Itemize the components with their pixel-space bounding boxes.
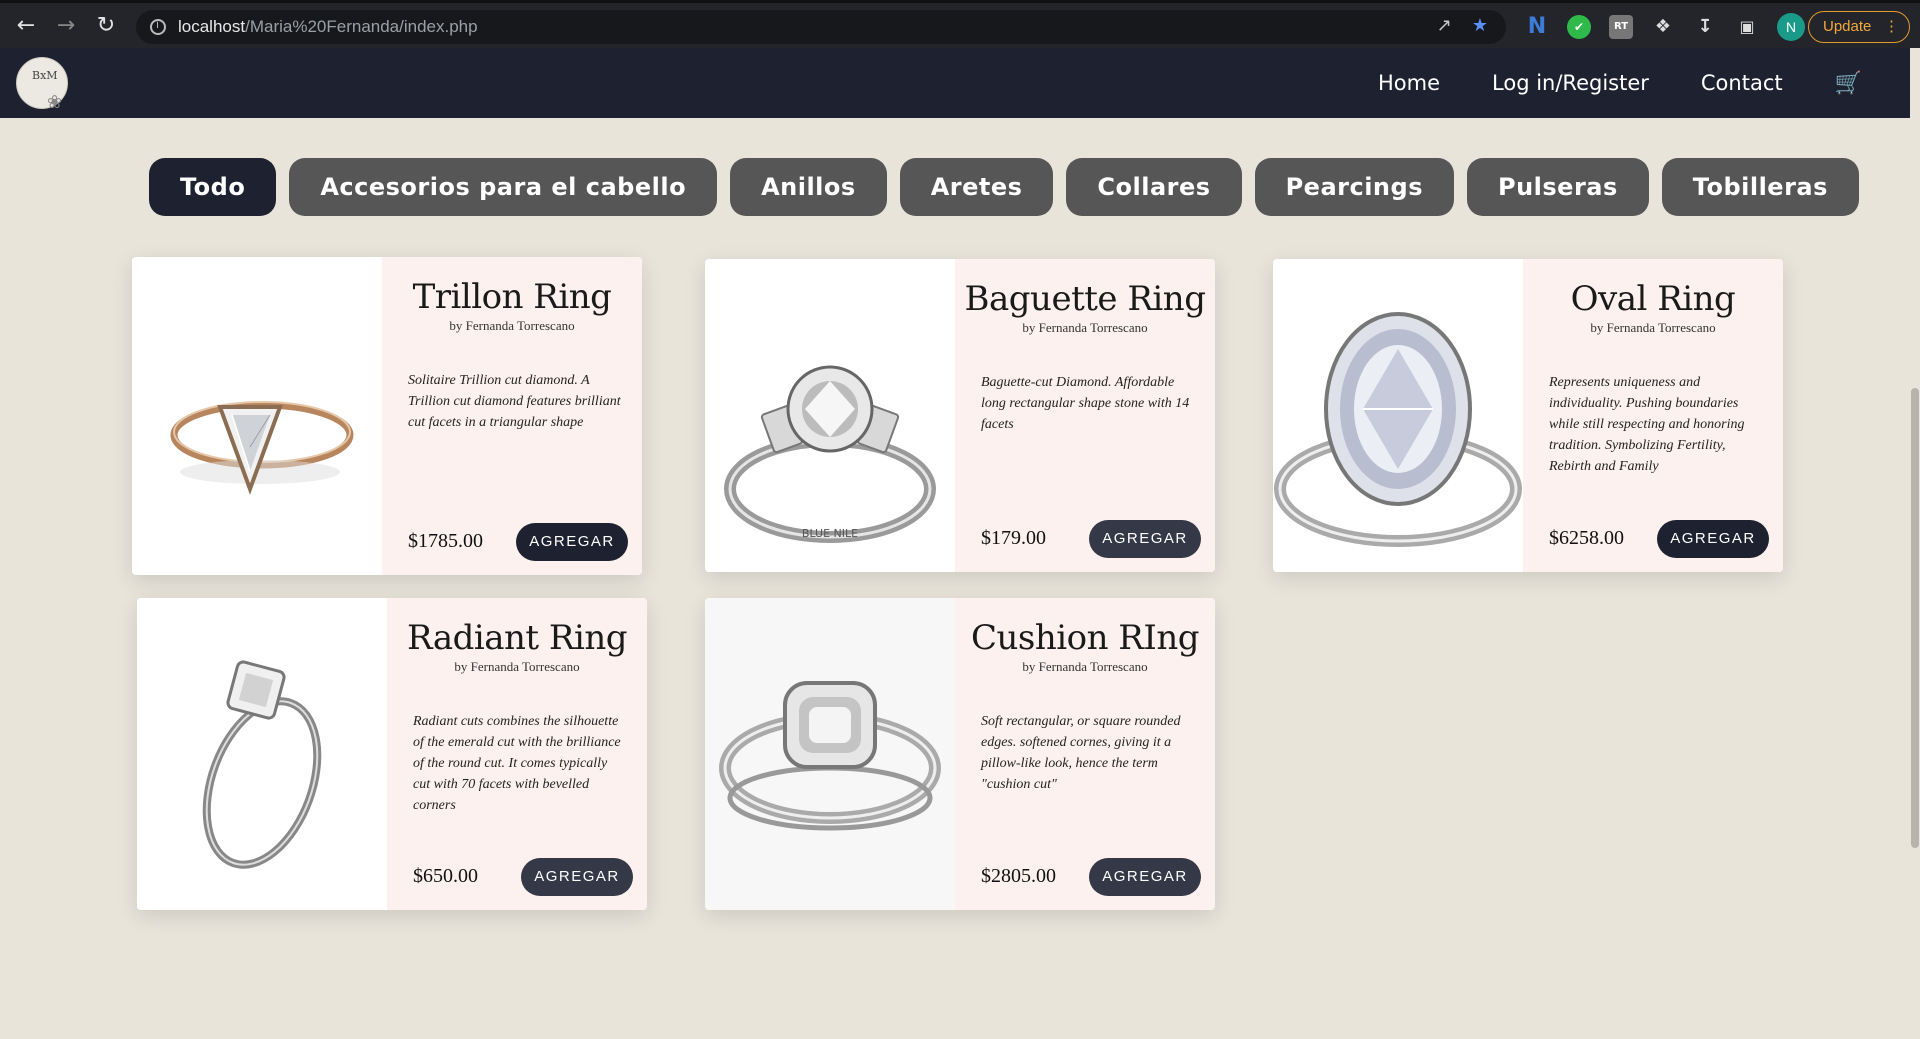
filter-earrings[interactable]: Aretes bbox=[899, 158, 1054, 216]
product-title: Oval Ring bbox=[1570, 279, 1736, 319]
nav-contact-link[interactable]: Contact bbox=[1701, 71, 1783, 95]
filter-todo[interactable]: Todo bbox=[149, 158, 277, 216]
extension-n-icon[interactable]: N bbox=[1525, 15, 1549, 39]
ring-image-baguette: BLUE NILE bbox=[724, 365, 936, 543]
product-title: Trillon Ring bbox=[412, 277, 612, 317]
product-card-cushion: Cushion RIng by Fernanda Torrescano Soft… bbox=[705, 598, 1215, 910]
product-image bbox=[705, 598, 955, 910]
add-to-cart-button[interactable]: AGREGAR bbox=[1089, 858, 1201, 896]
product-price: $6258.00 bbox=[1549, 527, 1624, 549]
product-title: Cushion RIng bbox=[971, 618, 1200, 658]
product-description: Radiant cuts combines the silhouette of … bbox=[413, 714, 621, 813]
product-card-trillon: Trillon Ring by Fernanda Torrescano Soli… bbox=[132, 257, 642, 575]
filter-anklets[interactable]: Tobilleras bbox=[1661, 158, 1859, 216]
product-image bbox=[137, 598, 387, 910]
product-price: $2805.00 bbox=[981, 865, 1056, 887]
brand-logo[interactable]: BxM ❀ bbox=[16, 57, 68, 113]
add-to-cart-button[interactable]: AGREGAR bbox=[521, 858, 633, 896]
leaf-icon: ❀ bbox=[47, 92, 63, 113]
site-info-icon[interactable] bbox=[150, 18, 166, 35]
product-info: Baguette Ring by Fernanda Torrescano Bag… bbox=[955, 259, 1215, 572]
product-price: $1785.00 bbox=[408, 530, 483, 552]
product-card-radiant: Radiant Ring by Fernanda Torrescano Radi… bbox=[137, 598, 647, 910]
filter-piercings[interactable]: Pearcings bbox=[1254, 158, 1454, 216]
product-description: Baguette-cut Diamond. Affordable long re… bbox=[981, 375, 1190, 432]
add-to-cart-button[interactable]: AGREGAR bbox=[516, 523, 628, 561]
back-icon[interactable]: ← bbox=[12, 12, 40, 40]
ring-image-radiant bbox=[202, 660, 322, 869]
product-description: Solitaire Trillion cut diamond. A Trilli… bbox=[408, 373, 621, 430]
product-info: Radiant Ring by Fernanda Torrescano Radi… bbox=[387, 598, 647, 910]
browser-toolbar: ← → ↻ localhost/Maria%20Fernanda/index.p… bbox=[0, 0, 1920, 48]
product-price: $179.00 bbox=[981, 527, 1046, 549]
logo-text: BxM bbox=[32, 69, 58, 82]
filter-necklaces[interactable]: Collares bbox=[1066, 158, 1242, 216]
ring-image-cushion bbox=[719, 681, 941, 831]
product-author: by Fernanda Torrescano bbox=[1022, 659, 1148, 674]
share-icon[interactable]: ↗ bbox=[1437, 15, 1452, 36]
filter-bracelets[interactable]: Pulseras bbox=[1466, 158, 1649, 216]
product-description: Soft rectangular, or square rounded edge… bbox=[981, 714, 1181, 792]
nav-home-link[interactable]: Home bbox=[1378, 71, 1440, 95]
product-info: Trillon Ring by Fernanda Torrescano Soli… bbox=[382, 257, 642, 575]
reload-icon[interactable]: ↻ bbox=[92, 12, 120, 40]
scrollbar-thumb[interactable] bbox=[1911, 388, 1919, 848]
product-author: by Fernanda Torrescano bbox=[449, 318, 575, 333]
filter-rings[interactable]: Anillos bbox=[730, 158, 887, 216]
product-title: Radiant Ring bbox=[406, 618, 628, 658]
product-description: Represents uniqueness and individuality.… bbox=[1549, 375, 1745, 474]
nav-login-link[interactable]: Log in/Register bbox=[1492, 71, 1649, 95]
download-icon[interactable]: ↧ bbox=[1693, 15, 1717, 39]
product-image bbox=[132, 257, 382, 575]
product-author: by Fernanda Torrescano bbox=[454, 659, 580, 674]
ring-image-trillon bbox=[170, 401, 354, 495]
product-image: BLUE NILE bbox=[705, 259, 955, 572]
site-header: BxM ❀ Home Log in/Register Contact 🛒 bbox=[0, 48, 1910, 118]
product-title: Baguette Ring bbox=[964, 279, 1206, 319]
extension-green-icon[interactable]: ✔ bbox=[1567, 15, 1591, 39]
filter-hair-accessories[interactable]: Accesorios para el cabello bbox=[289, 158, 718, 216]
product-author: by Fernanda Torrescano bbox=[1590, 320, 1716, 335]
bookmark-star-icon[interactable]: ★ bbox=[1472, 15, 1488, 36]
add-to-cart-button[interactable]: AGREGAR bbox=[1089, 520, 1201, 558]
product-card-oval: Oval Ring by Fernanda Torrescano Represe… bbox=[1273, 259, 1783, 572]
forward-icon[interactable]: → bbox=[52, 12, 80, 40]
product-info: Cushion RIng by Fernanda Torrescano Soft… bbox=[955, 598, 1215, 910]
extensions-puzzle-icon[interactable]: ❖ bbox=[1651, 15, 1675, 39]
product-info: Oval Ring by Fernanda Torrescano Represe… bbox=[1523, 259, 1783, 572]
product-price: $650.00 bbox=[413, 865, 478, 887]
ring-image-oval bbox=[1274, 312, 1522, 547]
add-to-cart-button[interactable]: AGREGAR bbox=[1657, 520, 1769, 558]
update-button[interactable]: Update ⋮ bbox=[1808, 11, 1910, 43]
product-author: by Fernanda Torrescano bbox=[1022, 320, 1148, 335]
more-icon: ⋮ bbox=[1884, 18, 1899, 35]
product-card-baguette: BLUE NILE Baguette Ring by Fernanda Torr… bbox=[705, 259, 1215, 572]
product-image bbox=[1273, 259, 1523, 572]
profile-avatar[interactable]: N bbox=[1777, 13, 1805, 41]
extension-rt-icon[interactable]: RT bbox=[1609, 15, 1633, 39]
url-text[interactable]: localhost/Maria%20Fernanda/index.php bbox=[178, 17, 478, 37]
category-filters: Todo Accesorios para el cabello Anillos … bbox=[149, 158, 1872, 216]
cart-icon[interactable]: 🛒 bbox=[1835, 71, 1862, 96]
address-bar[interactable]: localhost/Maria%20Fernanda/index.php ↗ ★ bbox=[136, 10, 1506, 44]
ring-engraving: BLUE NILE bbox=[802, 527, 858, 540]
side-panel-icon[interactable]: ▣ bbox=[1735, 15, 1759, 39]
